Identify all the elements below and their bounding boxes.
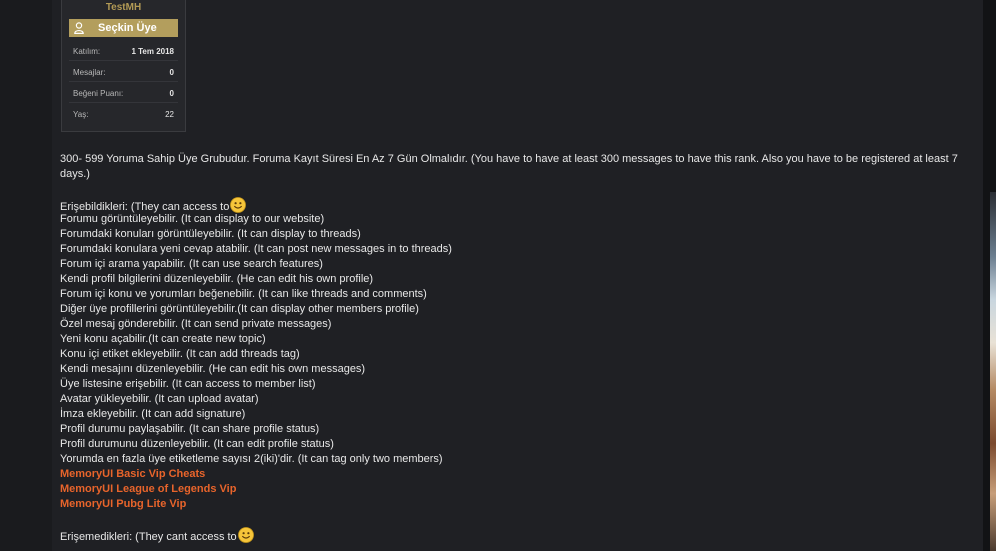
stat-row-joined: Katılım: 1 Tem 2018 [69,43,178,61]
stat-row-age: Yaş: 22 [69,106,178,123]
stat-value: 1 Tem 2018 [131,47,174,56]
permissions-list: Forumu görüntüleyebilir. (It can display… [60,212,975,467]
post-body: 300- 599 Yoruma Sahip Üye Grubudur. Foru… [60,152,975,543]
stat-key: Yaş: [73,110,89,119]
vip-links: MemoryUI Basic Vip Cheats MemoryUI League… [60,467,975,512]
permission-item: Diğer üye profillerini görüntüleyebilir.… [60,303,419,315]
rank-banner: Seçkin Üye [69,19,178,37]
stat-row-messages: Mesajlar: 0 [69,64,178,82]
smiley-icon [237,527,254,543]
stat-key: Mesajlar: [73,68,106,77]
permission-item: Forumu görüntüleyebilir. (It can display… [60,213,325,225]
vip-link[interactable]: MemoryUI Basic Vip Cheats [60,467,975,482]
permission-item: Profil durumunu düzenleyebilir. (It can … [60,438,334,450]
permission-item: Forum içi arama yapabilir. (It can use s… [60,258,323,270]
permission-item: Avatar yükleyebilir. (It can upload avat… [60,393,259,405]
background-image-strip [990,192,996,551]
user-profile-card: TestMH Seçkin Üye Katılım: 1 Tem 2018 Me… [61,0,186,132]
stat-row-likes: Beğeni Puanı: 0 [69,85,178,103]
stat-value: 0 [169,68,174,77]
stat-key: Beğeni Puanı: [73,89,124,98]
permission-item: Forumdaki konuları görüntüleyebilir. (It… [60,228,361,240]
post-intro: 300- 599 Yoruma Sahip Üye Grubudur. Foru… [60,153,958,180]
permission-item: Özel mesaj gönderebilir. (It can send pr… [60,318,332,330]
permission-item: Konu içi etiket ekleyebilir. (It can add… [60,348,300,360]
permission-item: Yorumda en fazla üye etiketleme sayısı 2… [60,453,443,465]
smiley-icon [230,197,247,213]
permission-item: Yeni konu açabilir.(It can create new to… [60,333,266,345]
permission-item: Profil durumu paylaşabilir. (It can shar… [60,423,320,435]
stat-value: 0 [169,89,174,98]
username[interactable]: TestMH [62,2,185,13]
permission-item: Kendi mesajını düzenleyebilir. (He can e… [60,363,366,375]
vip-link[interactable]: MemoryUI Pubg Lite Vip [60,497,975,512]
permission-item: İmza ekleyebilir. (It can add signature) [60,408,246,420]
permission-item: Kendi profil bilgilerini düzenleyebilir.… [60,273,374,285]
vip-link[interactable]: MemoryUI League of Legends Vip [60,482,975,497]
stat-key: Katılım: [73,47,101,56]
user-icon [74,22,84,34]
rank-label: Seçkin Üye [98,22,157,34]
restrictions-heading: Erişemedikleri: (They cant access to [60,527,975,543]
stat-value: 22 [165,110,174,119]
left-gutter [0,0,53,551]
permission-item: Forum içi konu ve yorumları beğenebilir.… [60,288,427,300]
permissions-heading: Erişebildikleri: (They can access to [60,197,975,213]
permission-item: Üye listesine erişebilir. (It can access… [60,378,316,390]
restrictions-heading-text: Erişemedikleri: (They cant access to [60,531,237,543]
permission-item: Forumdaki konulara yeni cevap atabilir. … [60,243,452,255]
